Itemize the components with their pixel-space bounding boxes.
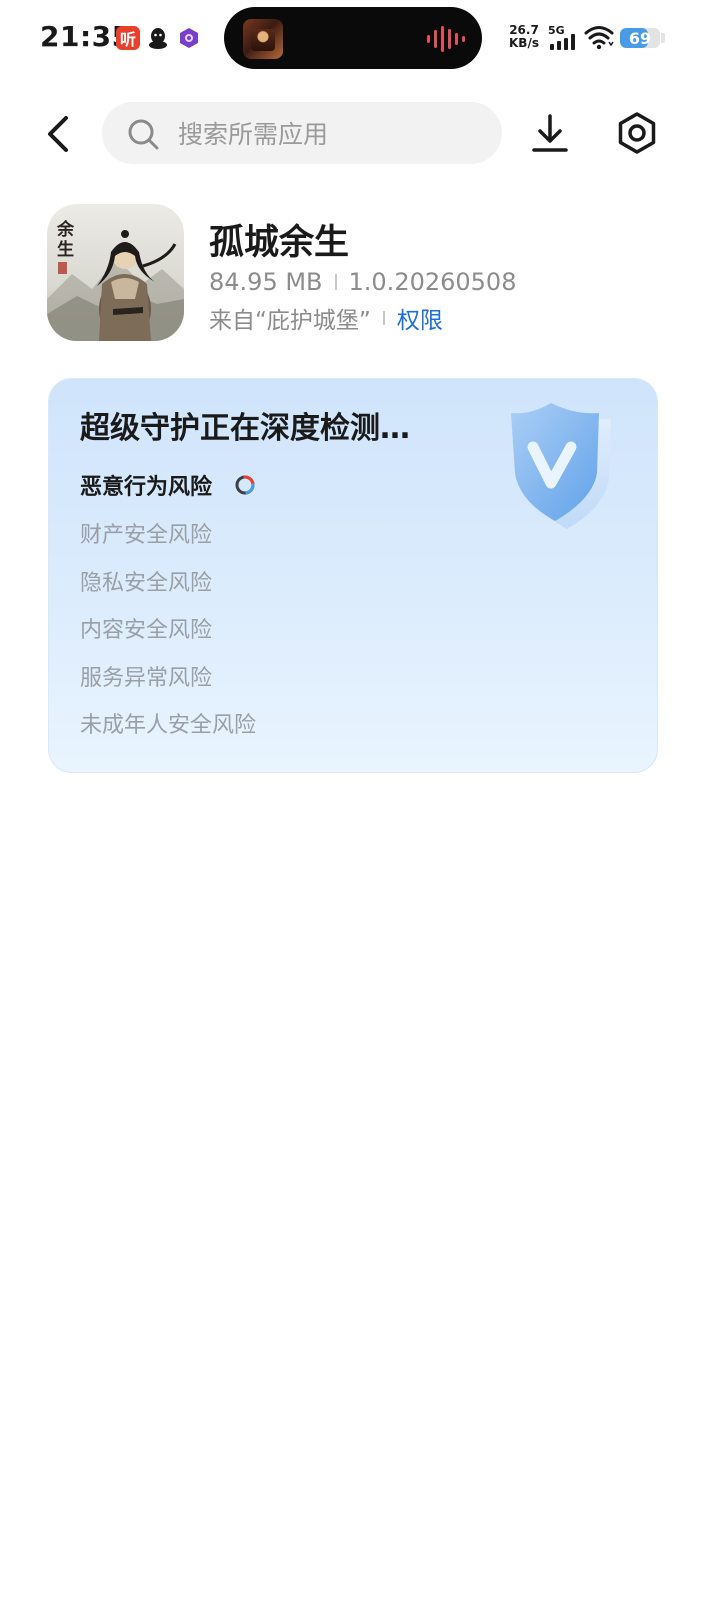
wifi-icon bbox=[584, 26, 614, 50]
security-scan-card: 超级守护正在深度检测… 恶意行为风险 财产安全风险 隐私安全风险 内容安全风险 … bbox=[48, 378, 658, 773]
purple-app-icon bbox=[180, 28, 198, 48]
risk-item-content-safety: 内容安全风险 bbox=[80, 618, 213, 643]
app-meta: 84.95 MB 1.0.20260508 bbox=[209, 266, 516, 298]
app-icon: 余生 bbox=[47, 204, 184, 341]
search-input[interactable] bbox=[176, 102, 480, 166]
qq-icon bbox=[149, 28, 167, 49]
risk-item-property-safety: 财产安全风险 bbox=[80, 523, 213, 548]
app-icon-calligraphy: 余生 bbox=[57, 220, 74, 260]
risk-item-service-anomaly: 服务异常风险 bbox=[80, 666, 213, 691]
network-speed-unit: KB/s bbox=[509, 36, 539, 50]
risk-item-minor-safety: 未成年人安全风险 bbox=[80, 713, 257, 738]
scan-title: 超级守护正在深度检测… bbox=[80, 411, 410, 446]
sound-wave-icon bbox=[427, 26, 465, 52]
search-bar[interactable] bbox=[102, 102, 502, 166]
listen-app-icon: 听 bbox=[116, 26, 140, 50]
app-size: 84.95 MB bbox=[209, 268, 323, 296]
app-version: 1.0.20260508 bbox=[348, 268, 517, 296]
risk-item-privacy-safety: 隐私安全风险 bbox=[80, 571, 213, 596]
meta-divider bbox=[334, 274, 337, 290]
app-install-screen: 21:35 听 26.7 KB/s 5G 69 搜索所需应用 余生 孤城余生 8… bbox=[0, 0, 720, 1600]
battery-level: 69 bbox=[628, 28, 652, 48]
network-speed: 26.7 KB/s bbox=[506, 24, 542, 50]
app-icon-seal bbox=[58, 262, 67, 274]
battery-tip bbox=[661, 33, 665, 43]
cellular-status: 5G bbox=[548, 24, 578, 50]
scanning-spinner-icon bbox=[235, 475, 255, 495]
meta-divider bbox=[382, 311, 385, 325]
app-name: 孤城余生 bbox=[209, 223, 350, 263]
back-button[interactable] bbox=[36, 110, 84, 158]
signal-icon bbox=[550, 34, 575, 50]
settings-button[interactable] bbox=[614, 110, 660, 156]
app-source-row: 来自“庇护城堡” 权限 bbox=[209, 302, 443, 334]
status-bar: 21:35 听 26.7 KB/s 5G 69 bbox=[0, 0, 720, 80]
search-icon bbox=[128, 119, 159, 150]
battery-icon: 69 bbox=[620, 28, 660, 48]
app-source: 来自“庇护城堡” bbox=[209, 308, 371, 334]
shield-icon bbox=[511, 403, 611, 529]
permissions-link[interactable]: 权限 bbox=[397, 301, 443, 335]
risk-item-malicious-behavior: 恶意行为风险 bbox=[80, 475, 213, 500]
media-thumbnail bbox=[243, 19, 283, 59]
download-button[interactable] bbox=[528, 112, 572, 156]
dynamic-island[interactable] bbox=[224, 7, 482, 69]
